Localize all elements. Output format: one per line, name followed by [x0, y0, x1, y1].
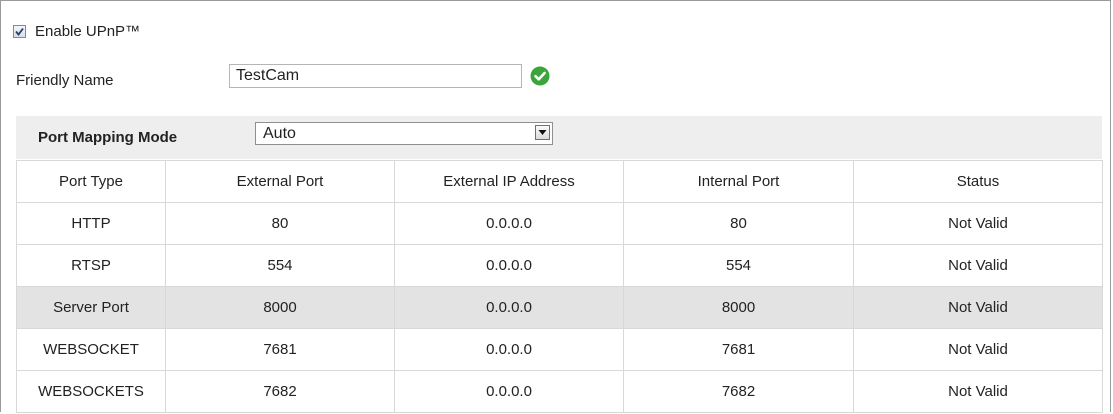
header-internal-port: Internal Port: [623, 160, 854, 203]
enable-upnp-row: Enable UPnP™: [13, 23, 140, 40]
table-header-row: Port Type External Port External IP Addr…: [16, 160, 1103, 203]
cell-external-port: 7681: [165, 328, 395, 371]
cell-external-ip: 0.0.0.0: [394, 370, 624, 413]
cell-status: Not Valid: [853, 202, 1103, 245]
checkmark-icon: [15, 27, 24, 36]
cell-external-port: 7682: [165, 370, 395, 413]
friendly-name-input[interactable]: [229, 64, 522, 88]
cell-status: Not Valid: [853, 370, 1103, 413]
port-mapping-mode-value: Auto: [263, 125, 296, 142]
enable-upnp-label: Enable UPnP™: [35, 23, 141, 40]
enable-upnp-checkbox[interactable]: [13, 25, 26, 38]
cell-status: Not Valid: [853, 286, 1103, 329]
cell-port-type: WEBSOCKETS: [16, 370, 166, 413]
cell-external-ip: 0.0.0.0: [394, 202, 624, 245]
table-row[interactable]: WEBSOCKETS 7682 0.0.0.0 7682 Not Valid: [16, 370, 1103, 413]
check-circle-icon: [530, 66, 550, 86]
cell-port-type: HTTP: [16, 202, 166, 245]
cell-internal-port: 8000: [623, 286, 854, 329]
friendly-name-label: Friendly Name: [16, 72, 114, 89]
cell-port-type: RTSP: [16, 244, 166, 287]
header-status: Status: [853, 160, 1103, 203]
table-row[interactable]: WEBSOCKET 7681 0.0.0.0 7681 Not Valid: [16, 328, 1103, 371]
table-row[interactable]: RTSP 554 0.0.0.0 554 Not Valid: [16, 244, 1103, 287]
cell-external-ip: 0.0.0.0: [394, 244, 624, 287]
cell-external-ip: 0.0.0.0: [394, 328, 624, 371]
cell-external-port: 80: [165, 202, 395, 245]
header-external-port: External Port: [165, 160, 395, 203]
cell-status: Not Valid: [853, 244, 1103, 287]
table-row[interactable]: Server Port 8000 0.0.0.0 8000 Not Valid: [16, 286, 1103, 329]
cell-internal-port: 554: [623, 244, 854, 287]
header-external-ip-address: External IP Address: [394, 160, 624, 203]
dropdown-arrow-icon[interactable]: [535, 125, 550, 140]
cell-internal-port: 7681: [623, 328, 854, 371]
header-port-type: Port Type: [16, 160, 166, 203]
cell-port-type: Server Port: [16, 286, 166, 329]
triangle-down-icon: [538, 130, 547, 135]
cell-external-ip: 0.0.0.0: [394, 286, 624, 329]
port-mapping-bar: Port Mapping Mode Auto: [16, 116, 1102, 159]
cell-internal-port: 80: [623, 202, 854, 245]
cell-external-port: 8000: [165, 286, 395, 329]
table-row[interactable]: HTTP 80 0.0.0.0 80 Not Valid: [16, 202, 1103, 245]
port-mapping-mode-label: Port Mapping Mode: [38, 129, 178, 146]
cell-external-port: 554: [165, 244, 395, 287]
cell-port-type: WEBSOCKET: [16, 328, 166, 371]
port-mapping-table: Port Type External Port External IP Addr…: [16, 160, 1103, 413]
cell-status: Not Valid: [853, 328, 1103, 371]
cell-internal-port: 7682: [623, 370, 854, 413]
port-mapping-mode-select[interactable]: Auto: [255, 122, 553, 145]
